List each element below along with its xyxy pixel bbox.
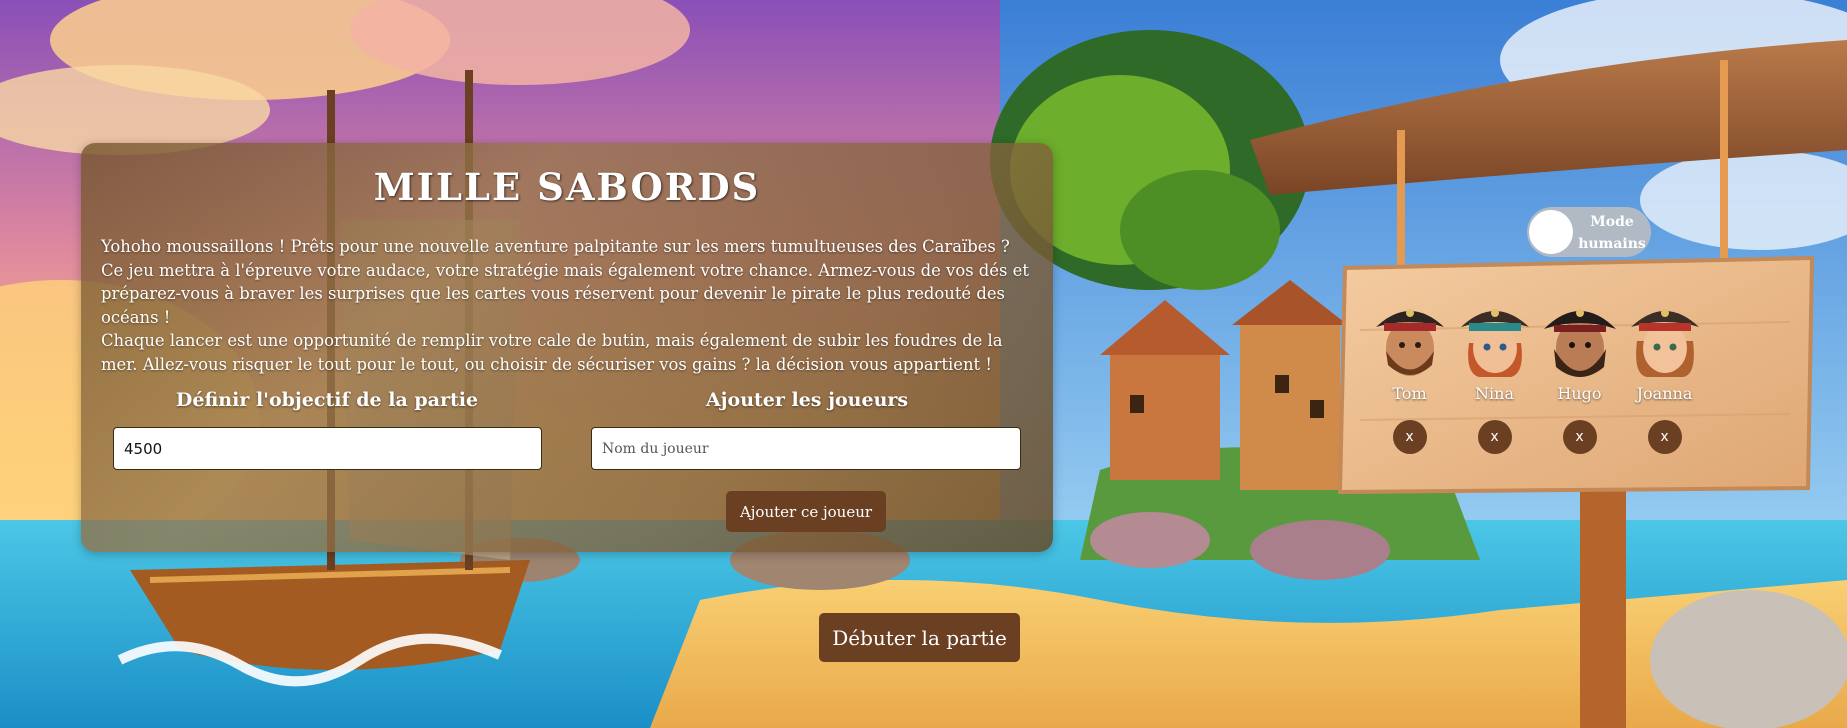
toggle-label: Mode humains bbox=[1576, 211, 1648, 255]
game-setup-screen: MILLE SABORDS Yohoho moussaillons ! Prêt… bbox=[0, 0, 1847, 728]
toggle-label-line-1: Mode bbox=[1590, 214, 1634, 230]
toggle-knob bbox=[1529, 210, 1573, 254]
remove-player-button[interactable]: x bbox=[1562, 420, 1597, 454]
game-title: MILLE SABORDS bbox=[373, 165, 761, 209]
intro-line-3: Chaque lancer est une opportunité de rem… bbox=[101, 331, 1003, 374]
player-card-hugo: Hugo x bbox=[1537, 293, 1622, 454]
remove-player-button[interactable]: x bbox=[1477, 420, 1512, 454]
add-player-button[interactable]: Ajouter ce joueur bbox=[726, 491, 886, 532]
intro-line-1: Yohoho moussaillons ! Prêts pour une nou… bbox=[101, 237, 1010, 256]
human-mode-toggle[interactable]: Mode humains bbox=[1527, 207, 1651, 257]
remove-player-button[interactable]: x bbox=[1392, 420, 1427, 454]
player-name: Hugo bbox=[1557, 384, 1602, 403]
goal-label: Définir l'objectif de la partie bbox=[175, 389, 479, 411]
player-card-joanna: Joanna x bbox=[1622, 293, 1707, 454]
player-name: Nina bbox=[1475, 384, 1514, 403]
start-game-button[interactable]: Débuter la partie bbox=[819, 613, 1020, 662]
pirate-woman-avatar-icon bbox=[1630, 309, 1699, 377]
toggle-label-line-2: humains bbox=[1578, 236, 1646, 252]
player-card-nina: Nina x bbox=[1452, 293, 1537, 454]
add-players-label: Ajouter les joueurs bbox=[705, 389, 909, 411]
pirate-bearded-avatar-icon bbox=[1543, 309, 1616, 377]
pirate-man-avatar-icon bbox=[1375, 309, 1444, 376]
intro-line-2: Ce jeu mettra à l'épreuve votre audace, … bbox=[101, 260, 1029, 327]
player-list: Tom x Nina x Hugo x Joanna x bbox=[1367, 293, 1707, 473]
intro-text: Yohoho moussaillons ! Prêts pour une nou… bbox=[101, 235, 1031, 376]
goal-input[interactable] bbox=[113, 427, 542, 470]
player-name: Joanna bbox=[1636, 384, 1693, 403]
player-name-input[interactable] bbox=[591, 427, 1021, 470]
pirate-girl-avatar-icon bbox=[1460, 309, 1529, 377]
player-name: Tom bbox=[1392, 384, 1427, 403]
remove-player-button[interactable]: x bbox=[1647, 420, 1682, 454]
intro-panel: MILLE SABORDS Yohoho moussaillons ! Prêt… bbox=[81, 143, 1053, 552]
player-card-tom: Tom x bbox=[1367, 293, 1452, 454]
